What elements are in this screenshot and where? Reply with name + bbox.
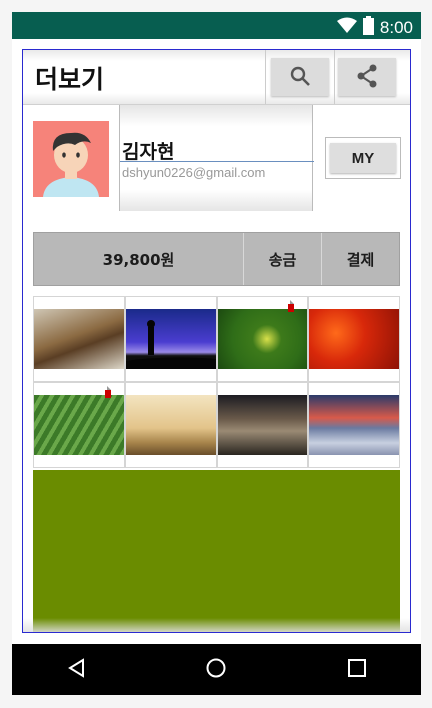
recents-icon	[347, 658, 367, 682]
name-underline	[120, 161, 314, 162]
toolbar-divider	[265, 50, 266, 104]
search-icon	[289, 65, 311, 90]
thumbnail-rocky-shore[interactable]	[217, 383, 308, 467]
battery-icon	[362, 16, 374, 39]
user-name: 김자현	[122, 141, 175, 163]
back-button[interactable]	[64, 657, 90, 683]
thumbnail-tea-field-workers[interactable]	[34, 383, 124, 467]
pay-button[interactable]: 결제	[322, 233, 399, 285]
share-button[interactable]	[338, 58, 396, 96]
new-badge-icon	[287, 297, 301, 312]
app-window: 더보기 김자현 dshyun0226@gmail.com MY 39,800원 …	[22, 49, 411, 633]
avatar[interactable]	[33, 121, 109, 197]
navigation-bar	[12, 644, 421, 695]
status-bar: 8:00	[12, 12, 421, 39]
bottom-fade	[23, 618, 410, 632]
page-title: 더보기	[35, 65, 105, 94]
share-icon	[356, 64, 378, 91]
back-icon	[67, 658, 87, 682]
recents-button[interactable]	[344, 657, 370, 683]
wifi-icon	[336, 17, 357, 38]
thumbnail-misty-mountains[interactable]	[125, 383, 216, 467]
send-button[interactable]: 송금	[244, 233, 322, 285]
profile-section: 김자현 dshyun0226@gmail.com MY	[23, 104, 410, 211]
green-content-panel	[33, 470, 400, 632]
search-button[interactable]	[271, 58, 329, 96]
user-info-box: 김자현 dshyun0226@gmail.com	[119, 105, 314, 211]
user-email: dshyun0226@gmail.com	[122, 165, 266, 180]
new-badge-icon	[104, 383, 118, 398]
thumbnail-caterpillar[interactable]	[217, 297, 308, 381]
balance-amount[interactable]: 39,800원	[34, 233, 244, 285]
thumbnail-wood-closeup[interactable]	[34, 297, 124, 381]
thumbnail-hiker-silhouette[interactable]	[125, 297, 216, 381]
my-button[interactable]: MY	[330, 143, 396, 173]
thumbnail-red-maple-leaves[interactable]	[309, 297, 399, 381]
thumbnail-sunset-coast[interactable]	[309, 383, 399, 467]
device-frame: 8:00 더보기 김자현 dshyun0226@gmail.com MY 39,…	[12, 12, 421, 695]
home-icon	[205, 657, 227, 683]
toolbar-divider	[334, 50, 335, 104]
photo-grid	[33, 296, 400, 468]
my-button-frame: MY	[325, 137, 401, 179]
toolbar: 더보기	[23, 50, 410, 104]
payment-row: 39,800원 송금 결제	[33, 232, 400, 286]
status-time: 8:00	[379, 17, 413, 37]
home-button[interactable]	[203, 657, 229, 683]
